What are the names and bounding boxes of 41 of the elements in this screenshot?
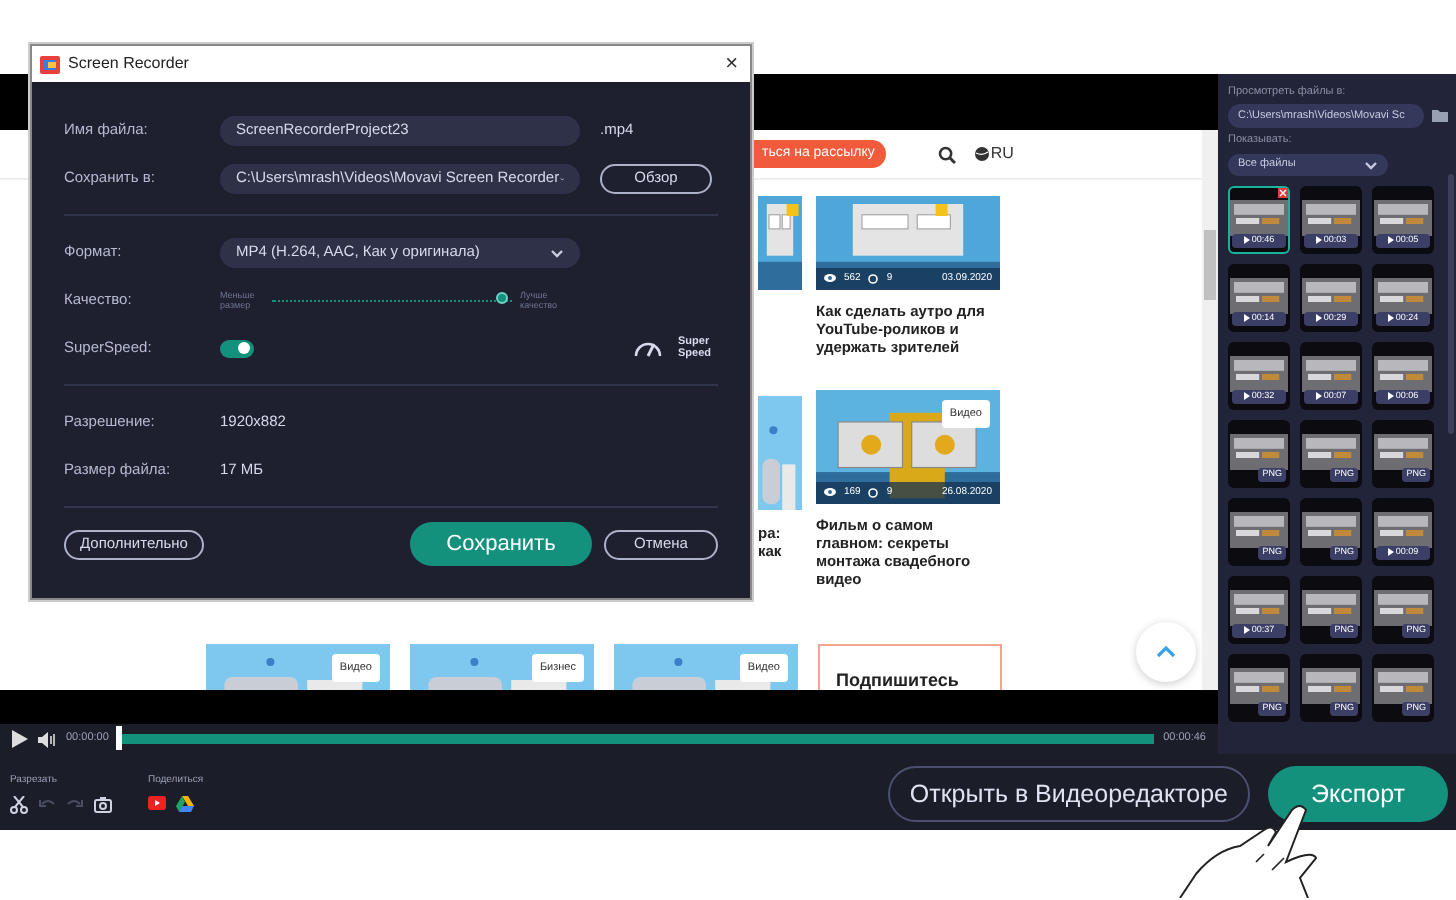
caret-icon [550, 247, 564, 257]
caret-icon [1364, 159, 1378, 169]
playhead-handle[interactable] [116, 726, 123, 750]
delete-icon[interactable] [1278, 187, 1288, 197]
triangle-logo-icon[interactable] [176, 795, 194, 811]
comment-icon [868, 487, 879, 498]
video-play-icon[interactable] [148, 796, 166, 810]
search-icon[interactable] [938, 145, 957, 163]
play-icon [1387, 313, 1394, 322]
window-title: Screen Recorder [68, 52, 189, 76]
play-icon [1315, 313, 1322, 322]
play-icon[interactable] [12, 730, 28, 748]
eye-icon [824, 488, 836, 497]
play-icon [1315, 391, 1322, 400]
play-icon [1243, 625, 1250, 634]
close-button[interactable]: × [721, 53, 742, 75]
play-icon [1243, 235, 1250, 244]
play-icon [1243, 313, 1250, 322]
subscribe-heading: Подпишитесь [836, 670, 959, 690]
app-logo-icon [40, 55, 60, 73]
export-button[interactable]: Экспорт [1268, 766, 1448, 822]
open-editor-button[interactable]: Открыть в Видеоредакторе [887, 766, 1250, 822]
camera-icon[interactable] [94, 795, 112, 813]
comment-icon [868, 273, 879, 284]
eye-icon [824, 274, 836, 283]
folder-icon[interactable] [1432, 110, 1448, 123]
chevron-up-icon [1156, 646, 1176, 658]
play-icon [1387, 391, 1394, 400]
gauge-icon [634, 338, 662, 358]
scrollbar-thumb[interactable] [1204, 230, 1216, 300]
slider-thumb[interactable] [496, 292, 509, 304]
scissors-icon[interactable] [10, 795, 28, 813]
globe-icon [974, 146, 991, 162]
play-icon [1315, 235, 1322, 244]
volume-icon[interactable] [38, 731, 56, 747]
save-button[interactable]: Сохранить [410, 522, 592, 566]
play-icon [1387, 235, 1394, 244]
play-icon [1387, 547, 1394, 556]
superspeed-toggle[interactable] [220, 339, 254, 357]
language-selector[interactable]: RU [990, 142, 1014, 166]
play-icon [1243, 391, 1250, 400]
